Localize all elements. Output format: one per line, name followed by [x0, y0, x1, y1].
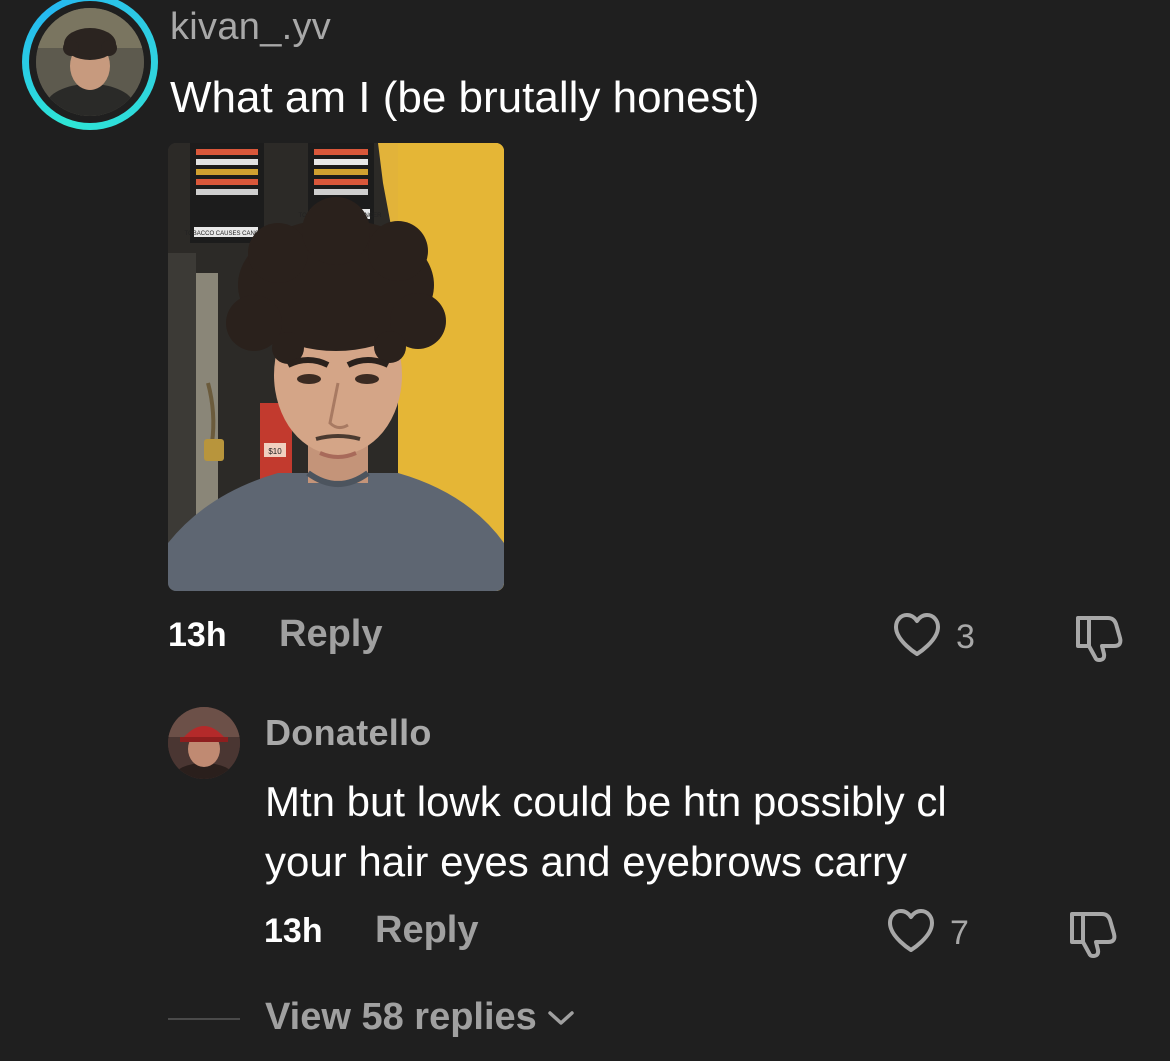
comment-text: What am I (be brutally honest)	[170, 73, 760, 122]
comment-timestamp: 13h	[168, 616, 227, 654]
heart-icon[interactable]	[886, 908, 936, 959]
reply-text-line-1: Mtn but lowk could be htn possibly cl	[265, 778, 947, 825]
story-ring-avatar[interactable]	[22, 0, 158, 130]
comments-panel: kivan_.yv What am I (be brutally honest)	[0, 0, 1170, 1061]
chevron-down-icon	[547, 1009, 575, 1032]
reply-user-avatar[interactable]	[168, 707, 240, 779]
like-group[interactable]: 3	[892, 612, 975, 663]
reply-timestamp: 13h	[264, 912, 323, 950]
reply-reply-button[interactable]: Reply	[375, 909, 478, 952]
reply-like-count: 7	[950, 914, 969, 952]
comment-username[interactable]: kivan_.yv	[170, 6, 331, 49]
reply-text-line-2: your hair eyes and eyebrows carry	[265, 838, 907, 885]
heart-icon[interactable]	[892, 612, 942, 663]
view-replies-label: View 58 replies	[265, 996, 537, 1038]
dislike-icon[interactable]	[1070, 612, 1124, 667]
comment-photo[interactable]: TOBACCO CAUSES CANCER TOBACCO CAUSES CAN…	[168, 143, 504, 591]
comment-meta-row: 13h Reply 3	[168, 612, 1128, 662]
dislike-icon[interactable]	[1064, 908, 1118, 963]
user-avatar	[36, 8, 144, 116]
reply-like-group[interactable]: 7	[886, 908, 969, 959]
reply-button[interactable]: Reply	[279, 613, 382, 656]
reply-meta-row: 13h Reply 7	[264, 908, 1134, 958]
reply-text: Mtn but lowk could be htn possibly cl yo…	[265, 772, 1125, 892]
price-tag-text: $10	[268, 447, 282, 456]
view-replies-button[interactable]: View 58 replies	[265, 996, 575, 1039]
reply-username[interactable]: Donatello	[265, 712, 432, 754]
replies-divider	[168, 1018, 240, 1020]
like-count: 3	[956, 618, 975, 656]
